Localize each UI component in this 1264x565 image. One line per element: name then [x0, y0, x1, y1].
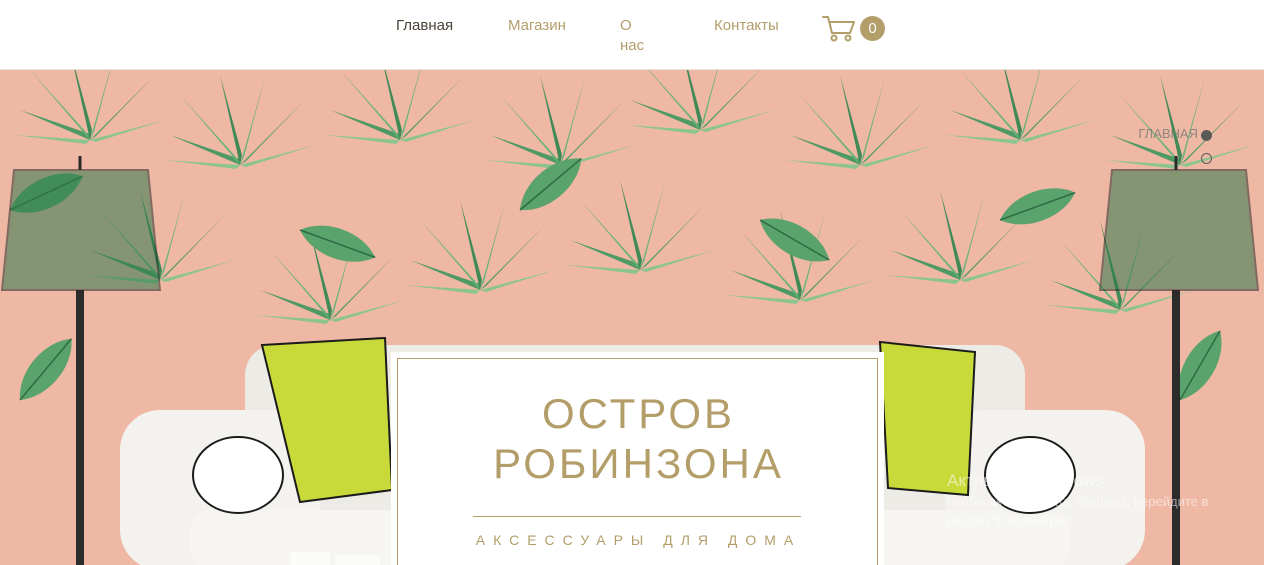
cart-count-badge: 0: [860, 16, 885, 41]
anchor-label-home: ГЛАВНАЯ: [1138, 126, 1198, 141]
cart-icon: [822, 16, 855, 42]
anchor-dot-home[interactable]: [1201, 130, 1212, 141]
anchor-nav: ГЛАВНАЯ: [1120, 126, 1220, 174]
watermark-line2: раздел "Параметры".: [947, 513, 1075, 528]
hero-title-line2: РОБИНЗОНА: [493, 440, 784, 487]
nav-item-home[interactable]: Главная: [396, 16, 453, 36]
hero-subtitle: АКСЕССУАРЫ ДЛЯ ДОМА: [475, 532, 802, 548]
windows-activation-watermark: Активация Windows Чтобы активировать Win…: [947, 470, 1208, 530]
title-frame: ОСТРОВ РОБИНЗОНА АКСЕССУАРЫ ДЛЯ ДОМА: [397, 358, 878, 565]
anchor-dot-second[interactable]: [1201, 153, 1212, 164]
site-header: Главная Магазин О нас Контакты 0: [0, 0, 1264, 70]
watermark-line1: Чтобы активировать Windows, перейдите в: [947, 494, 1209, 509]
nav-item-shop[interactable]: Магазин: [508, 16, 566, 36]
hero-title-line1: ОСТРОВ: [541, 390, 736, 437]
nav-item-contacts[interactable]: Контакты: [714, 16, 779, 36]
title-divider: [473, 516, 801, 517]
hero-title: ОСТРОВ РОБИНЗОНА: [398, 389, 879, 489]
cart-button[interactable]: 0: [822, 14, 886, 44]
nav-item-about[interactable]: О нас: [620, 16, 644, 56]
hero-title-box: ОСТРОВ РОБИНЗОНА АКСЕССУАРЫ ДЛЯ ДОМА: [391, 352, 884, 565]
watermark-title: Активация Windows: [947, 471, 1104, 490]
